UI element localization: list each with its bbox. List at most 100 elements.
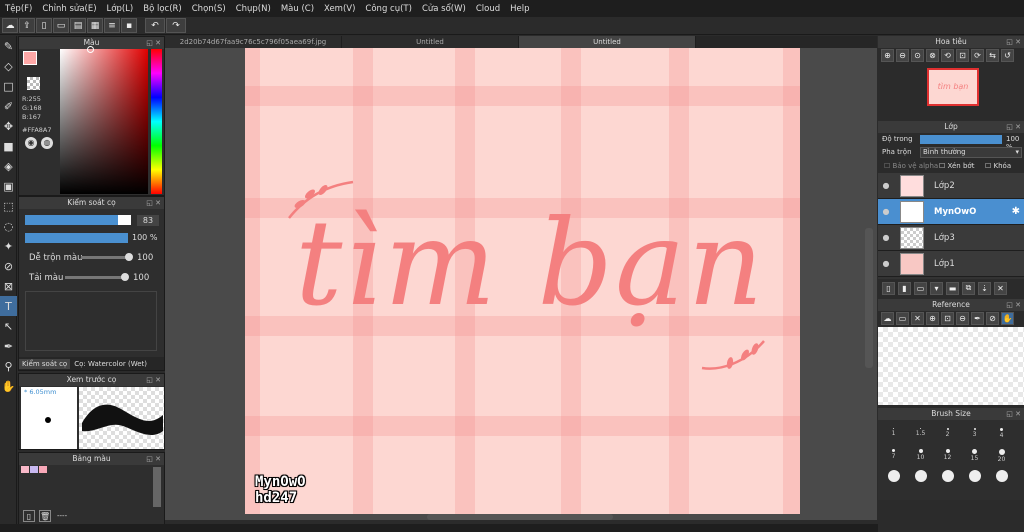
brush-size-3[interactable]: 3 — [961, 426, 988, 441]
zoom-fit-icon[interactable]: ⊙ — [911, 49, 924, 62]
brush-size-12[interactable]: 12 — [934, 447, 961, 462]
dropper-icon[interactable]: ⚲ — [0, 356, 17, 376]
hue-slider[interactable] — [151, 49, 162, 194]
opacity-slider[interactable] — [25, 233, 128, 243]
rect-icon[interactable]: □ — [0, 76, 17, 96]
brush-name[interactable]: Cọ: Watercolor (Wet) — [70, 360, 147, 368]
folder-icon[interactable]: ▬ — [946, 281, 959, 295]
cloud-icon[interactable]: ☁ — [881, 312, 894, 325]
tab-reference-image[interactable]: 2d20b74d67faa9c76c5c796f05aea69f.jpg — [165, 36, 342, 48]
grid-icon[interactable]: ▦ — [87, 18, 103, 33]
list-icon[interactable]: ≡ — [104, 18, 120, 33]
select-eraser-icon[interactable]: ⊠ — [0, 276, 17, 296]
cloud-icon[interactable]: ☁ — [2, 18, 18, 33]
operation-icon[interactable]: ↖ — [0, 316, 17, 336]
layer-opacity-slider[interactable] — [920, 135, 1002, 144]
blend-slider-knob[interactable] — [125, 253, 133, 261]
square-icon[interactable]: ▪ — [121, 18, 137, 33]
reload-slider[interactable] — [65, 276, 127, 279]
reference-viewport[interactable] — [878, 327, 1024, 405]
delete-layer-icon[interactable]: ✕ — [994, 281, 1007, 295]
layer-row[interactable]: ● Lớp3 — [878, 225, 1024, 251]
rotate-left-icon[interactable]: ⟲ — [941, 49, 954, 62]
menu-window[interactable]: Cửa sổ(W) — [417, 4, 471, 14]
protect-alpha-checkbox[interactable]: ☐ Bảo vệ alpha — [884, 162, 938, 170]
brush-size-15[interactable]: 15 — [961, 447, 988, 462]
comment-icon[interactable]: ▭ — [53, 18, 69, 33]
undo-icon[interactable]: ↶ — [145, 18, 165, 33]
brush-size-20[interactable]: 20 — [988, 447, 1015, 463]
document-icon[interactable]: ▯ — [36, 18, 52, 33]
brush-size-10[interactable]: 10 — [907, 447, 934, 462]
new-palette-icon[interactable]: ▯ — [23, 510, 35, 522]
menu-select[interactable]: Chọn(S) — [187, 4, 231, 14]
brush-size-2[interactable]: 2 — [934, 426, 961, 441]
layers-icon[interactable]: ▤ — [70, 18, 86, 33]
zoom-out-icon[interactable]: ⊖ — [896, 49, 909, 62]
blend-mode-select[interactable]: Bình thường ▾ — [920, 147, 1022, 158]
palette-swatch-1[interactable] — [21, 466, 29, 473]
menu-tools[interactable]: Công cụ(T) — [360, 4, 417, 14]
gear-icon[interactable]: ✱ — [1012, 206, 1020, 217]
select-rect-icon[interactable]: ⬚ — [0, 196, 17, 216]
palette-scrollbar[interactable] — [153, 467, 161, 507]
menu-color[interactable]: Màu (C) — [276, 4, 319, 14]
gradient-icon[interactable]: ▣ — [0, 176, 17, 196]
tab-untitled-2[interactable]: Untitled — [519, 36, 696, 48]
delete-palette-icon[interactable]: 🗑 — [39, 510, 51, 522]
vertical-scrollbar[interactable] — [865, 228, 873, 368]
layer-row-active[interactable]: ● MynOwO ✱ — [878, 199, 1024, 225]
brush-size-large[interactable] — [961, 468, 988, 483]
reload-slider-knob[interactable] — [121, 273, 129, 281]
horizontal-scrollbar[interactable] — [427, 514, 613, 520]
merge-layer-icon[interactable]: ⇣ — [978, 281, 991, 295]
brush-size-4[interactable]: 4 — [988, 426, 1015, 441]
brush-size-large[interactable] — [907, 468, 934, 483]
rotate-right-icon[interactable]: ⟳ — [971, 49, 984, 62]
bucket-icon[interactable]: ◈ — [0, 156, 17, 176]
text-icon[interactable]: T — [0, 296, 17, 316]
zoom-reset-icon[interactable]: ⊗ — [926, 49, 939, 62]
eraser-icon[interactable]: ◇ — [0, 56, 17, 76]
visibility-icon[interactable]: ● — [878, 181, 894, 190]
canvas[interactable]: tìm bạn MynOwO hd247 — [245, 48, 800, 514]
visibility-icon[interactable]: ● — [878, 259, 894, 268]
visibility-icon[interactable]: ● — [878, 233, 894, 242]
tab-brush-control[interactable]: Kiểm soát cọ — [19, 358, 71, 369]
menu-file[interactable]: Tệp(F) — [0, 4, 37, 14]
select-pen-icon[interactable]: ⊘ — [0, 256, 17, 276]
palette-swatch-3[interactable] — [39, 466, 47, 473]
clipping-checkbox[interactable]: ☐ Xén bớt — [939, 162, 974, 170]
pen-icon[interactable]: ✐ — [0, 96, 17, 116]
menu-view[interactable]: Xem(V) — [319, 4, 360, 14]
menu-capture[interactable]: Chụp(N) — [231, 4, 276, 14]
brush-size-large[interactable] — [880, 468, 907, 483]
duplicate-layer-icon[interactable]: ⧉ — [962, 281, 975, 295]
reset-view-icon[interactable]: ↺ — [1001, 49, 1014, 62]
magic-wand-icon[interactable]: ✦ — [0, 236, 17, 256]
navigator-preview[interactable]: tìm bạn — [878, 63, 1024, 113]
palette-icon[interactable]: ◉ — [25, 137, 37, 149]
tab-untitled-1[interactable]: Untitled — [342, 36, 519, 48]
new-layer-icon[interactable]: ▯ — [882, 281, 895, 295]
flip-icon[interactable]: ⇆ — [986, 49, 999, 62]
hand-icon[interactable]: ✋ — [0, 376, 17, 396]
open-folder-icon[interactable]: ▭ — [896, 312, 909, 325]
brush-size-1[interactable]: 1 — [880, 426, 907, 441]
hand-icon[interactable]: ✋ — [1001, 312, 1014, 325]
redo-icon[interactable]: ↷ — [166, 18, 186, 33]
add-layer-menu-icon[interactable]: ▾ — [930, 281, 943, 295]
eyedropper-icon[interactable]: ✒ — [0, 336, 17, 356]
brush-icon[interactable]: ✎ — [0, 36, 17, 56]
size-slider[interactable] — [25, 215, 131, 225]
brush-size-1-5[interactable]: 1.5 — [907, 426, 934, 441]
new-halftone-layer-icon[interactable]: ▮ — [898, 281, 911, 295]
close-icon[interactable]: ✕ — [911, 312, 924, 325]
export-icon[interactable]: ⇪ — [19, 18, 35, 33]
lasso-icon[interactable]: ◌ — [0, 216, 17, 236]
zoom-in-icon[interactable]: ⊕ — [881, 49, 894, 62]
brush-size-large[interactable] — [934, 468, 961, 483]
fit-icon[interactable]: ⊡ — [941, 312, 954, 325]
pin-icon[interactable]: ⊘ — [986, 312, 999, 325]
move-icon[interactable]: ✥ — [0, 116, 17, 136]
